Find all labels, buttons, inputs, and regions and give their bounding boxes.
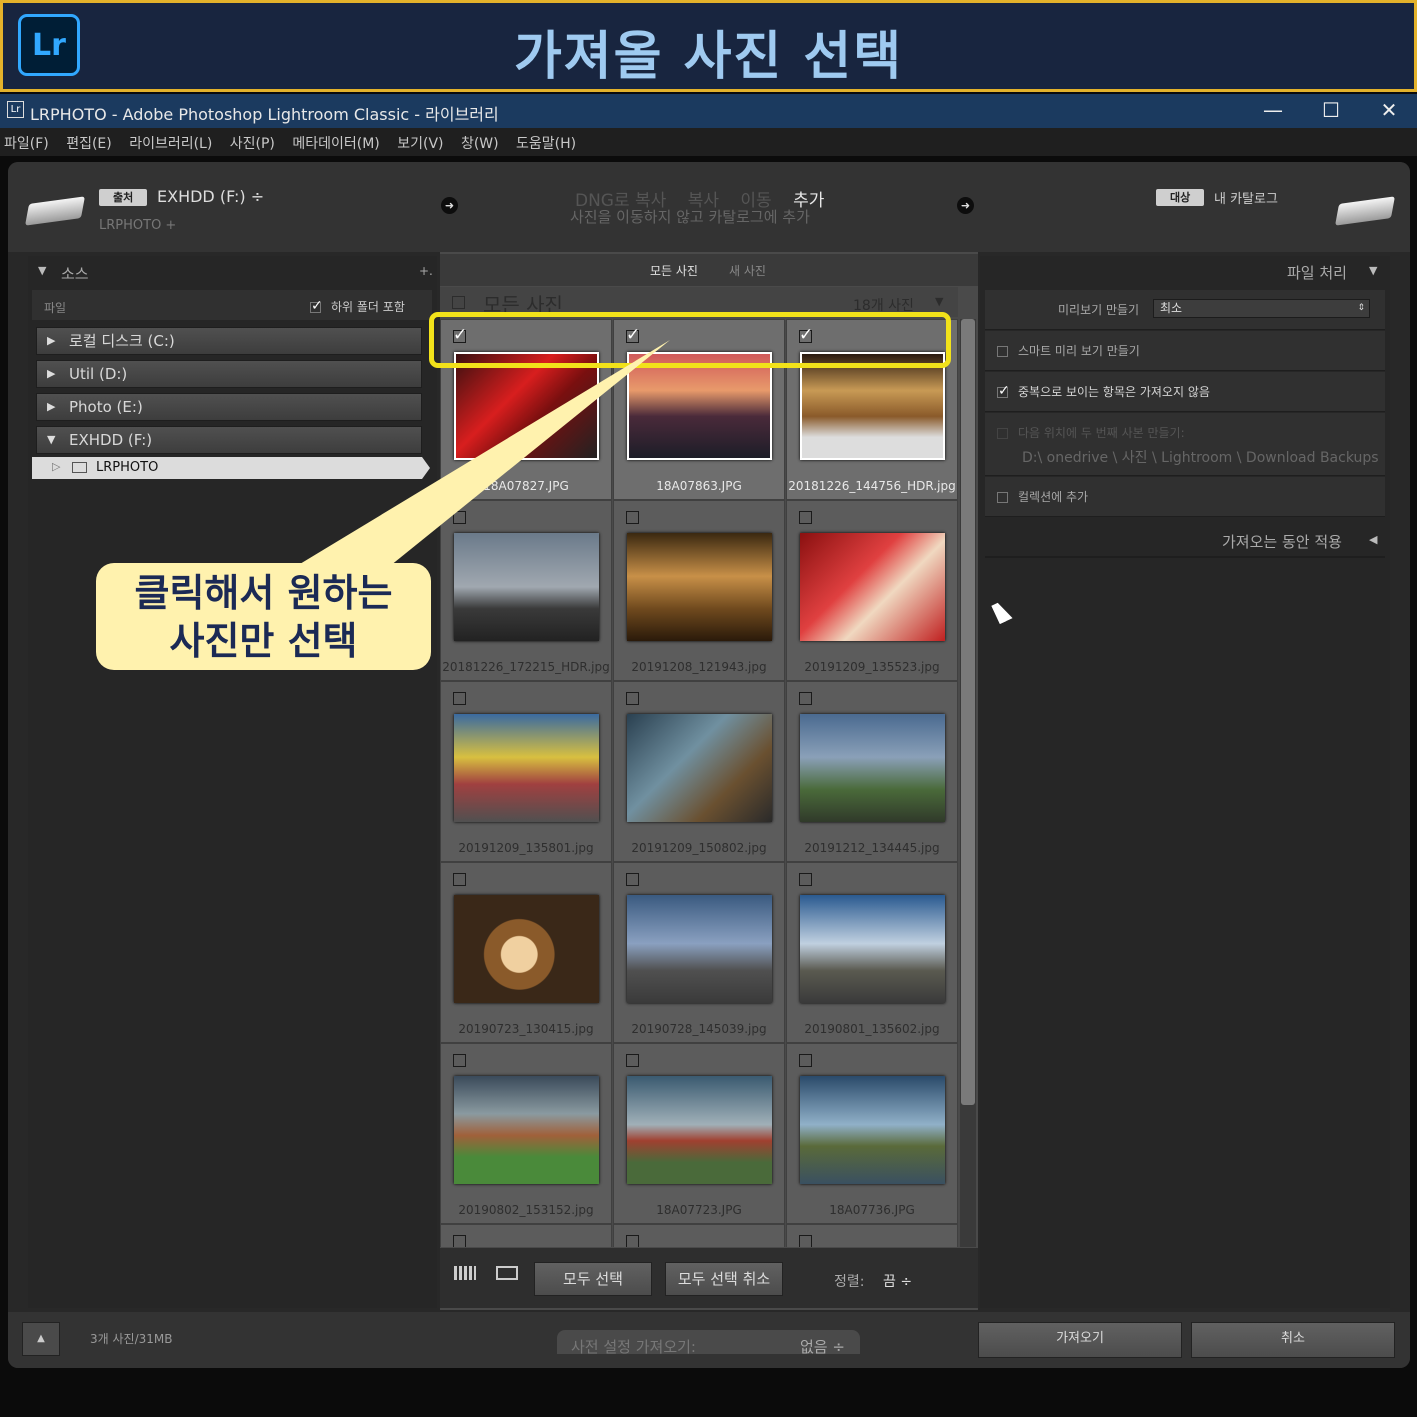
callout-line-1: 클릭해서 원하는 — [134, 571, 393, 615]
callout-pointer — [290, 340, 670, 570]
callout-line-2: 사진만 선택 — [169, 619, 358, 663]
instruction-callout: 클릭해서 원하는 사진만 선택 — [96, 563, 431, 670]
